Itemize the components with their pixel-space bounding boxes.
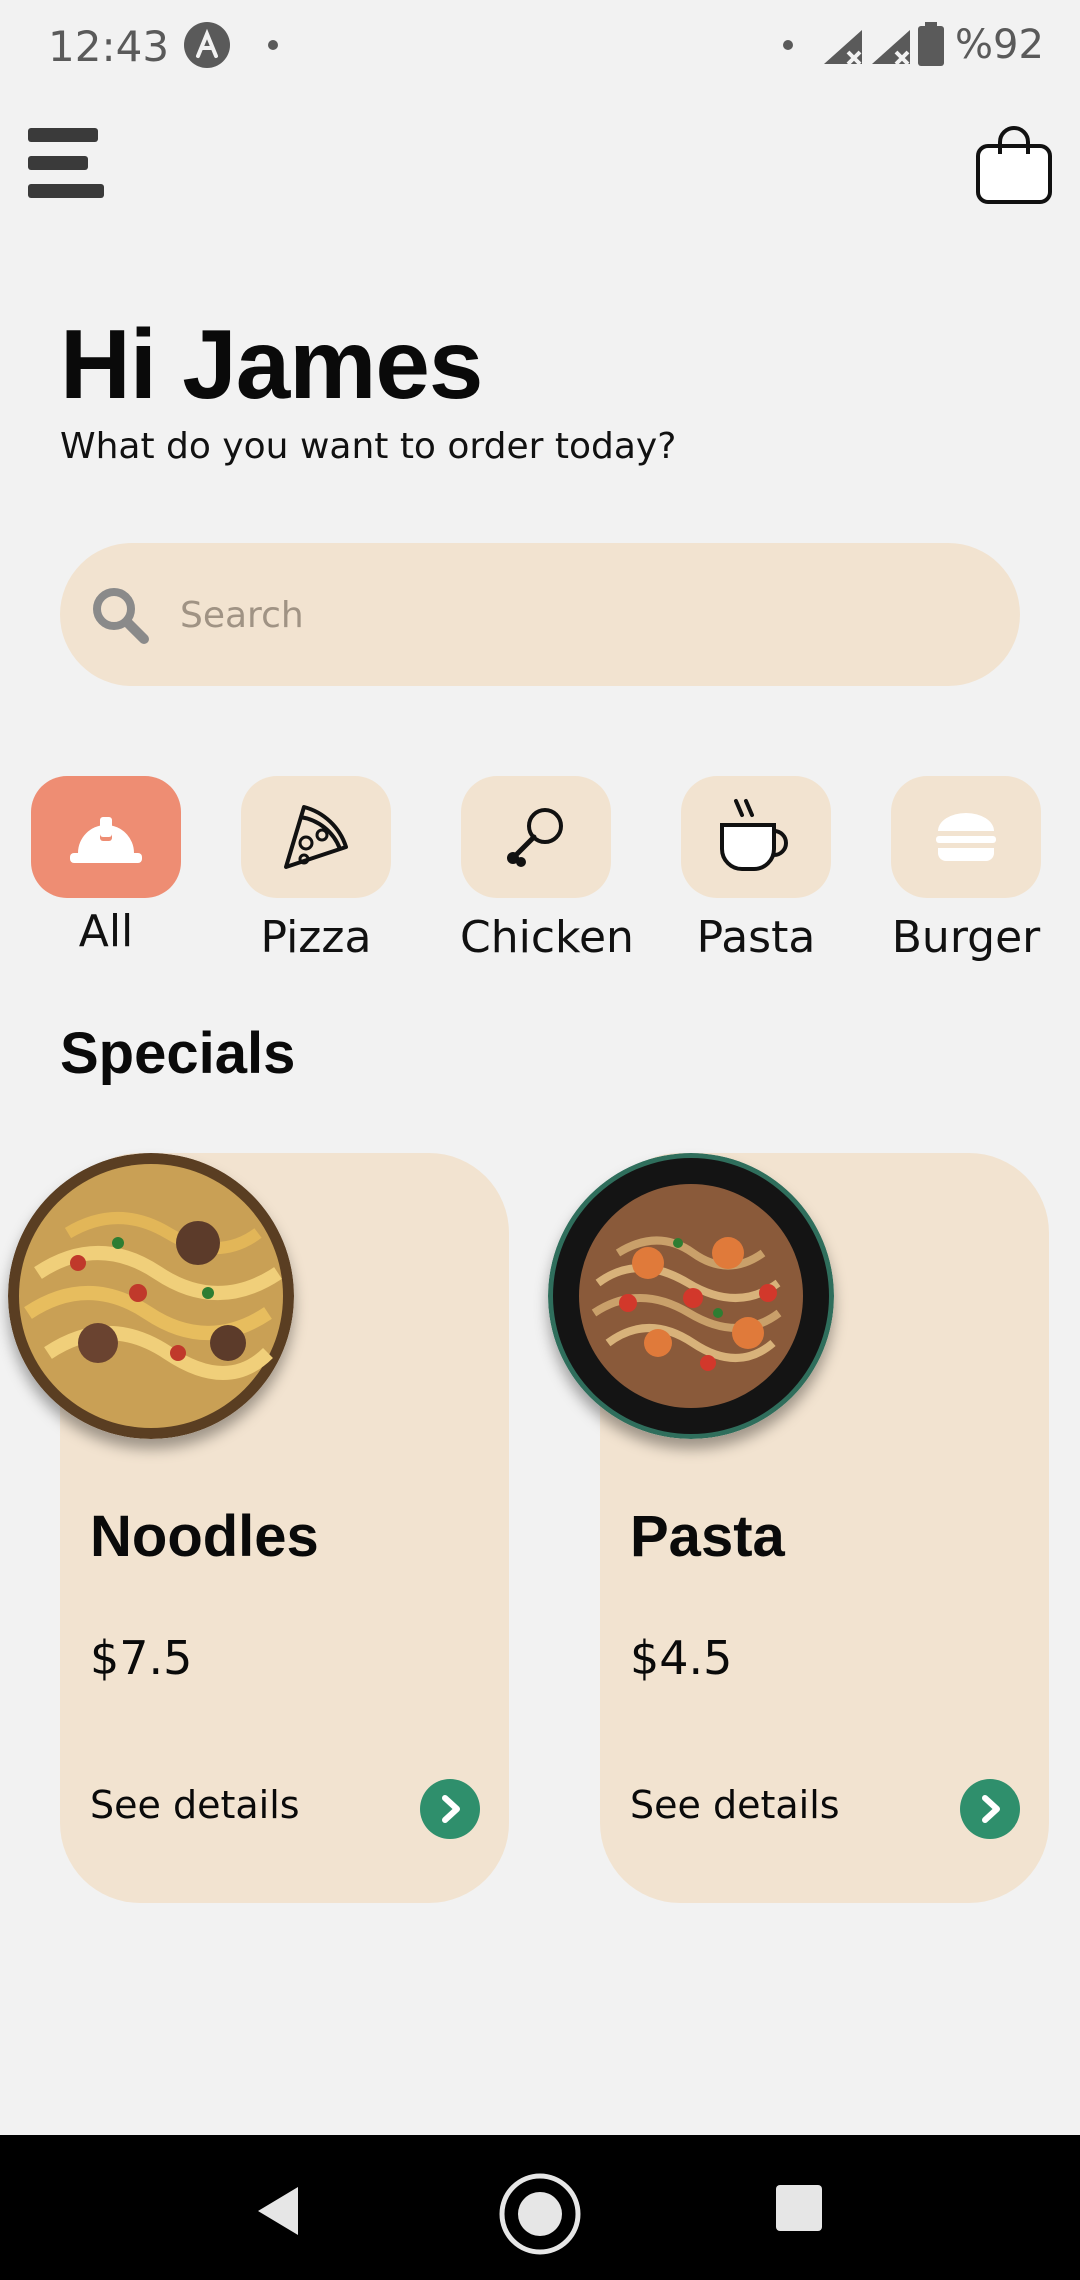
special-price: $4.5 — [630, 1631, 733, 1685]
shopping-bag-icon — [976, 126, 1052, 204]
noodles-dish-image — [8, 1153, 294, 1439]
chevron-right-icon — [982, 1795, 1000, 1823]
app-notification-icon — [184, 22, 230, 68]
pasta-dish-image — [548, 1153, 834, 1439]
system-navigation-bar — [0, 2135, 1080, 2280]
status-time: 12:43 — [48, 22, 170, 71]
notification-dot-icon — [268, 40, 278, 50]
pasta-image — [548, 1153, 834, 1439]
hamburger-menu-icon — [28, 128, 98, 142]
details-arrow-button[interactable] — [420, 1779, 480, 1839]
special-name: Noodles — [90, 1504, 319, 1569]
greeting-subtitle: What do you want to order today? — [60, 426, 677, 467]
category-label: Burger — [891, 912, 1041, 963]
category-pizza[interactable]: Pizza — [240, 776, 392, 963]
category-label: Chicken — [460, 912, 634, 963]
status-bar: 12:43 %92 — [0, 0, 1080, 90]
home-icon[interactable] — [498, 2172, 582, 2256]
notification-dot-icon — [783, 40, 793, 50]
category-pasta[interactable]: Pasta — [680, 776, 832, 963]
menu-button[interactable] — [28, 128, 108, 200]
see-details-link[interactable]: See details — [90, 1783, 300, 1827]
category-tile — [31, 776, 181, 898]
coffee-cup-icon — [720, 799, 788, 871]
category-tile — [681, 776, 831, 898]
chevron-right-icon — [442, 1795, 460, 1823]
battery-percent: %92 — [955, 22, 1044, 68]
category-all[interactable]: All — [30, 776, 182, 957]
burger-icon — [936, 813, 996, 861]
greeting-title: Hi James — [60, 309, 483, 419]
category-label: Pizza — [260, 912, 372, 963]
back-icon[interactable] — [254, 2185, 302, 2237]
category-tile — [891, 776, 1041, 898]
special-name: Pasta — [630, 1504, 785, 1569]
category-tile — [241, 776, 391, 898]
battery-icon — [918, 22, 944, 66]
see-details-link[interactable]: See details — [630, 1783, 840, 1827]
hamburger-menu-line — [28, 156, 88, 170]
category-chicken[interactable]: Chicken — [460, 776, 634, 963]
category-label: Pasta — [696, 912, 816, 963]
special-card-noodles[interactable]: Noodles $7.5 See details — [8, 1153, 509, 1903]
search-icon — [93, 588, 149, 644]
helmet-icon — [70, 817, 142, 863]
signal-icon-2 — [872, 30, 910, 66]
recents-icon[interactable] — [776, 2185, 822, 2231]
category-label: All — [78, 906, 134, 957]
category-burger[interactable]: Burger — [890, 776, 1042, 963]
special-card-pasta[interactable]: Pasta $4.5 See details — [548, 1153, 1049, 1903]
signal-icon — [824, 30, 862, 66]
noodles-image — [8, 1153, 294, 1439]
category-tile — [461, 776, 611, 898]
pizza-slice-icon — [284, 805, 348, 869]
drumstick-icon — [507, 808, 563, 867]
cart-button[interactable] — [974, 120, 1054, 206]
search-input[interactable] — [178, 583, 982, 647]
special-price: $7.5 — [90, 1631, 193, 1685]
hamburger-menu-line — [28, 184, 104, 198]
search-bar[interactable] — [60, 543, 1020, 686]
details-arrow-button[interactable] — [960, 1779, 1020, 1839]
specials-title: Specials — [60, 1021, 296, 1086]
